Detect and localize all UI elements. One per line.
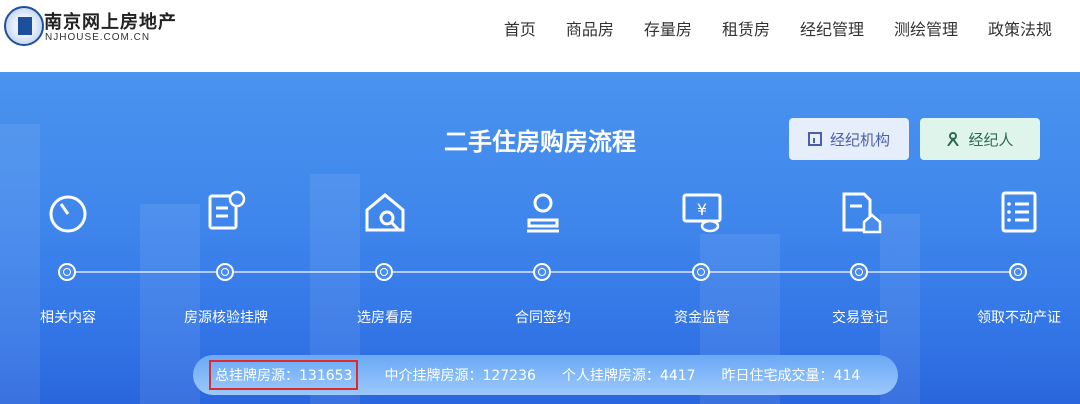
process-banner: 二手住房购房流程 经纪机构 经纪人 相关内容 房源核验挂牌 选房看房 合同签约 ¥ 资金监… (0, 72, 1080, 404)
step-label: 相关内容 (40, 310, 96, 326)
svg-text:¥: ¥ (697, 200, 707, 219)
step-label: 选房看房 (357, 310, 413, 326)
nav-surveying[interactable]: 测绘管理 (894, 16, 958, 40)
logo-icon[interactable] (4, 6, 44, 46)
checklist-icon (1001, 191, 1037, 233)
step-marker (1009, 263, 1027, 281)
step-label: 资金监管 (674, 310, 730, 326)
step-marker (375, 263, 393, 281)
step-label: 房源核验挂牌 (184, 310, 268, 326)
step-marker (533, 263, 551, 281)
step-marker (216, 263, 234, 281)
agent-button[interactable]: 经纪人 (920, 118, 1040, 160)
stat-agency-listings: 中介挂牌房源：127236 (384, 368, 536, 384)
nav-new-homes[interactable]: 商品房 (566, 16, 614, 40)
step-label: 合同签约 (515, 310, 571, 326)
agent-label: 经纪人 (968, 130, 1014, 149)
stat-yesterday-deals: 昨日住宅成交量：414 (721, 368, 861, 384)
monitor-yuan-icon: ¥ (682, 193, 722, 233)
nav-home[interactable]: 首页 (504, 16, 536, 40)
stats-bar: 总挂牌房源：131653 中介挂牌房源：127236 个人挂牌房源：4417 昨… (193, 355, 898, 395)
nav-brokerage[interactable]: 经纪管理 (800, 16, 864, 40)
site-url: NJHOUSE.COM.CN (45, 32, 151, 43)
house-search-icon (365, 193, 405, 232)
step-marker (692, 263, 710, 281)
document-user-icon (208, 190, 246, 230)
timer-icon (49, 195, 87, 233)
step-marker (58, 263, 76, 281)
stat-total-listings: 总挂牌房源：131653 (209, 360, 359, 390)
nav-rental[interactable]: 租赁房 (722, 16, 770, 40)
page-title: 二手住房购房流程 (444, 128, 636, 156)
document-house-icon (842, 192, 882, 234)
skyline-decoration (0, 124, 40, 404)
skyline-decoration (140, 204, 200, 404)
agency-label: 经纪机构 (829, 130, 890, 149)
nav-policy[interactable]: 政策法规 (988, 16, 1052, 40)
building-chart-icon (807, 132, 822, 146)
step-label: 交易登记 (832, 310, 888, 326)
main-nav: 首页 商品房 存量房 租赁房 经纪管理 测绘管理 政策法规 (504, 16, 1052, 40)
agency-button[interactable]: 经纪机构 (789, 118, 909, 160)
header: 南京网上房地产 NJHOUSE.COM.CN 首页 商品房 存量房 租赁房 经纪… (0, 0, 1080, 72)
stat-personal-listings: 个人挂牌房源：4417 (561, 368, 696, 384)
step-label: 领取不动产证 (977, 310, 1061, 326)
stamp-icon (527, 193, 559, 233)
nav-resale[interactable]: 存量房 (644, 16, 692, 40)
site-name[interactable]: 南京网上房地产 (44, 8, 177, 34)
person-icon (947, 132, 960, 146)
step-marker (850, 263, 868, 281)
